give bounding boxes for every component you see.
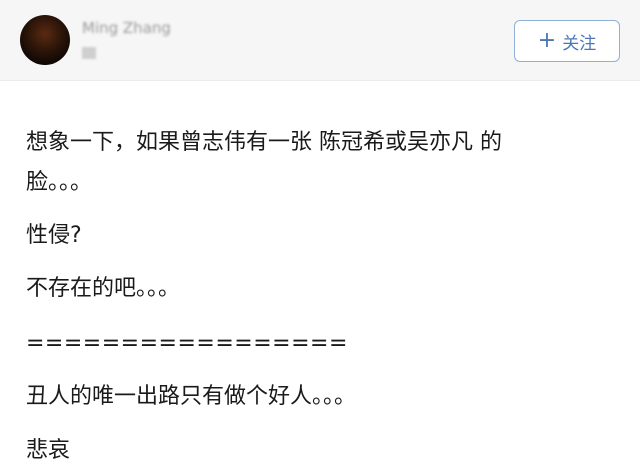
- follow-button[interactable]: + 关注: [514, 20, 620, 62]
- post-line: 性侵?: [26, 223, 82, 248]
- user-name[interactable]: Ming Zhang: [82, 19, 171, 37]
- post-line: 悲哀: [26, 438, 71, 463]
- divider-line: =================: [26, 331, 348, 356]
- post-line: 脸。。。: [26, 170, 93, 195]
- post-line: 想象一下，如果曾志伟有一张 陈冠希或吴亦凡 的: [26, 130, 502, 155]
- avatar[interactable]: [20, 15, 70, 65]
- post-header: Ming Zhang + 关注: [0, 0, 640, 81]
- plus-icon: +: [537, 28, 557, 53]
- post-line: 不存在的吧。。。: [26, 276, 181, 301]
- user-subtitle: [82, 47, 96, 59]
- post-line: 丑人的唯一出路只有做个好人。。。: [26, 384, 357, 409]
- follow-label: 关注: [562, 33, 597, 54]
